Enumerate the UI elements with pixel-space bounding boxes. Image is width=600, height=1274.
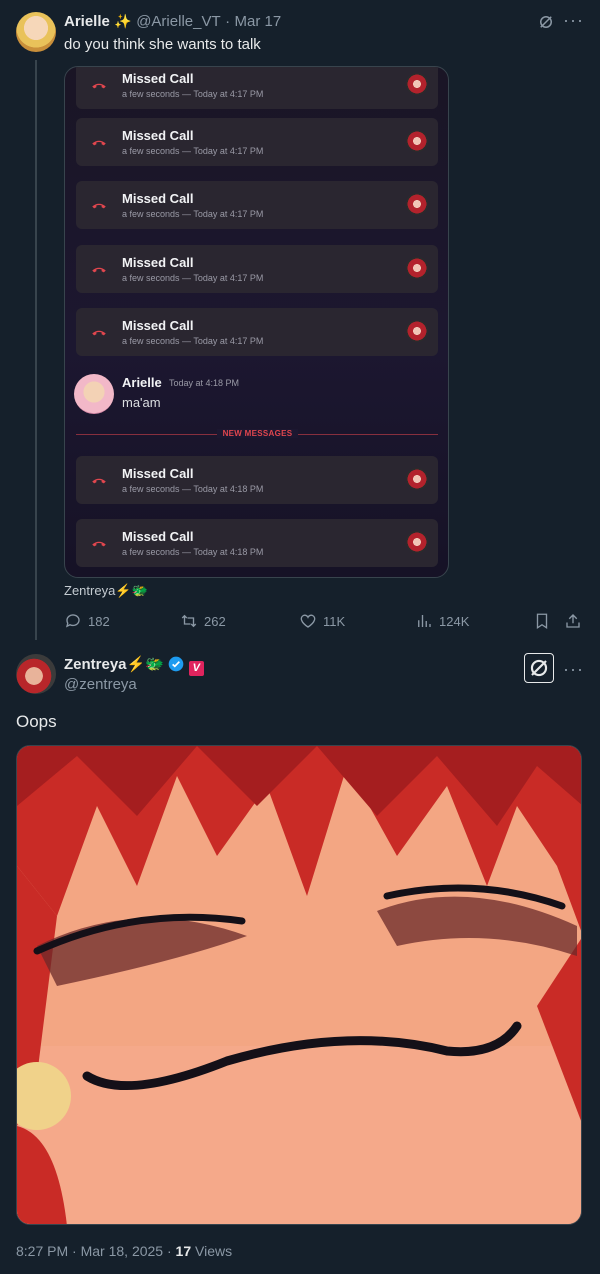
- call-subtitle: a few seconds — Today at 4:18 PM: [122, 484, 264, 494]
- reply-button[interactable]: 182: [64, 612, 110, 630]
- affiliate-badge-icon: V: [188, 661, 204, 676]
- media-image[interactable]: Missed Call a few seconds — Today at 4:1…: [64, 66, 449, 578]
- call-title: Missed Call: [122, 71, 194, 86]
- phone-hangup-icon: [90, 133, 108, 151]
- repost-icon: [181, 614, 197, 628]
- grok-icon[interactable]: [537, 13, 555, 36]
- missed-call-card: Missed Call a few seconds — Today at 4:1…: [76, 308, 438, 356]
- like-icon: [300, 614, 316, 628]
- phone-hangup-icon: [90, 260, 108, 278]
- avatar: [406, 320, 428, 342]
- separator: ·: [72, 1243, 77, 1259]
- call-subtitle: a few seconds — Today at 4:17 PM: [122, 209, 264, 219]
- call-title: Missed Call: [122, 128, 194, 143]
- missed-call-card: Missed Call a few seconds — Today at 4:1…: [76, 456, 438, 504]
- call-title: Missed Call: [122, 255, 194, 270]
- views-count: 17: [175, 1243, 192, 1259]
- phone-hangup-icon: [90, 534, 108, 552]
- avatar: [406, 73, 428, 95]
- verified-badge-icon: [168, 656, 184, 672]
- call-title: Missed Call: [122, 318, 194, 333]
- share-button[interactable]: [564, 612, 582, 630]
- tweet-text: do you think she wants to talk: [64, 36, 261, 53]
- author-handle[interactable]: @Arielle_VT: [136, 13, 220, 30]
- author-handle[interactable]: @zentreya: [64, 676, 137, 693]
- call-subtitle: a few seconds — Today at 4:17 PM: [122, 146, 264, 156]
- like-count: 11K: [323, 613, 346, 629]
- views-label: Views: [195, 1243, 233, 1259]
- bookmark-button[interactable]: [533, 612, 551, 630]
- face-illustration: [17, 746, 581, 1224]
- reply-count: 182: [88, 613, 110, 629]
- repost-button[interactable]: 262: [180, 612, 226, 630]
- tweet-header: Arielle ✨ @Arielle_VT · Mar 17: [64, 13, 281, 31]
- avatar: [406, 193, 428, 215]
- tweet-meta: 8:27 PM · Mar 18, 2025 · 17 Views: [16, 1243, 232, 1259]
- tweet-text: Oops: [16, 712, 57, 731]
- bookmark-icon: [536, 613, 548, 630]
- tweet-header: Zentreya⚡🐲 V: [64, 655, 204, 676]
- repost-count: 262: [204, 613, 226, 629]
- message-author: Arielle: [122, 375, 162, 390]
- more-icon[interactable]: ···: [563, 10, 584, 31]
- tweet-date[interactable]: Mar 18, 2025: [81, 1243, 164, 1259]
- views-button[interactable]: 124K: [415, 612, 469, 630]
- call-subtitle: a few seconds — Today at 4:17 PM: [122, 273, 264, 283]
- message-time: Today at 4:18 PM: [169, 378, 240, 388]
- reply-icon: [65, 614, 80, 628]
- media-image[interactable]: [16, 745, 582, 1225]
- call-subtitle: a few seconds — Today at 4:18 PM: [122, 547, 264, 557]
- tweet-time[interactable]: 8:27 PM: [16, 1243, 68, 1259]
- thread-line: [35, 60, 37, 640]
- missed-call-card: Missed Call a few seconds — Today at 4:1…: [76, 67, 438, 109]
- missed-call-card: Missed Call a few seconds — Today at 4:1…: [76, 519, 438, 567]
- grok-icon[interactable]: [524, 653, 554, 683]
- author-name[interactable]: Zentreya⚡🐲: [64, 656, 164, 673]
- call-subtitle: a few seconds — Today at 4:17 PM: [122, 336, 264, 346]
- separator: ·: [225, 13, 231, 30]
- phone-hangup-icon: [90, 323, 108, 341]
- separator: ·: [166, 1243, 172, 1259]
- share-icon: [566, 614, 580, 628]
- phone-hangup-icon: [90, 76, 108, 94]
- call-subtitle: a few seconds — Today at 4:17 PM: [122, 89, 264, 99]
- missed-call-card: Missed Call a few seconds — Today at 4:1…: [76, 245, 438, 293]
- avatar[interactable]: [16, 654, 56, 694]
- call-title: Missed Call: [122, 529, 194, 544]
- tweet-date[interactable]: Mar 17: [235, 13, 282, 30]
- views-count: 124K: [439, 613, 470, 629]
- new-messages-divider: NEW MESSAGES: [65, 429, 448, 438]
- missed-call-card: Missed Call a few seconds — Today at 4:1…: [76, 118, 438, 166]
- missed-call-card: Missed Call a few seconds — Today at 4:1…: [76, 181, 438, 229]
- call-title: Missed Call: [122, 191, 194, 206]
- views-icon: [418, 615, 431, 627]
- author-name[interactable]: Arielle: [64, 13, 110, 30]
- sparkles-icon: ✨: [114, 13, 132, 29]
- avatar: [406, 468, 428, 490]
- avatar: [406, 531, 428, 553]
- call-title: Missed Call: [122, 466, 194, 481]
- more-icon[interactable]: ···: [563, 659, 584, 680]
- avatar: [74, 374, 114, 414]
- tagged-user[interactable]: Zentreya⚡🐲: [64, 583, 148, 599]
- avatar[interactable]: [16, 12, 56, 52]
- avatar: [406, 257, 428, 279]
- message-text: ma'am: [122, 395, 161, 410]
- phone-hangup-icon: [90, 471, 108, 489]
- phone-hangup-icon: [90, 196, 108, 214]
- avatar: [406, 130, 428, 152]
- like-button[interactable]: 11K: [299, 612, 345, 630]
